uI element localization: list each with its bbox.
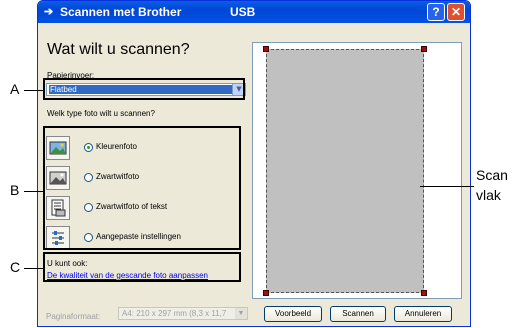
callout-line-c [24, 268, 44, 269]
preview-button[interactable]: Voorbeeld [264, 306, 322, 322]
annotation-label-b: B [10, 182, 20, 198]
window-title: Scannen met Brother [60, 5, 182, 19]
page-format-label: Paginaformaat: [46, 312, 101, 321]
page-format-value: A4: 210 x 297 mm (8,3 x 11,7 [122, 309, 227, 318]
photo-type-question: Welk type foto wilt u scannen? [47, 109, 155, 118]
chevron-down-icon: ▼ [235, 308, 247, 319]
annotation-scan-label-1: Scan [476, 167, 508, 183]
corner-handle[interactable] [421, 290, 427, 296]
page-title: Wat wilt u scannen? [47, 41, 190, 58]
window-title-suffix: USB [230, 5, 256, 19]
annotation-label-a: A [10, 81, 20, 97]
corner-handle[interactable] [421, 46, 427, 52]
annotation-box-c [43, 252, 241, 282]
callout-line-scan [420, 186, 474, 187]
annotation-label-c: C [10, 259, 21, 275]
scan-area[interactable] [263, 46, 427, 296]
title-bar[interactable]: ➔ Scannen met Brother USB ? ✕ [38, 1, 470, 23]
close-button[interactable]: ✕ [447, 3, 465, 21]
callout-line-a [24, 90, 44, 91]
preview-panel [252, 42, 462, 299]
scanner-arrow-icon: ➔ [44, 6, 54, 18]
annotation-box-a [43, 78, 245, 100]
callout-line-b [24, 191, 44, 192]
cancel-button[interactable]: Annuleren [394, 306, 452, 322]
corner-handle[interactable] [263, 46, 269, 52]
annotation-scan-label-2: vlak [476, 187, 501, 203]
corner-handle[interactable] [263, 290, 269, 296]
scan-button[interactable]: Scannen [330, 306, 386, 322]
annotation-box-b [43, 126, 241, 250]
help-button[interactable]: ? [427, 3, 445, 21]
page-format-select: A4: 210 x 297 mm (8,3 x 11,7 ▼ [118, 307, 248, 320]
